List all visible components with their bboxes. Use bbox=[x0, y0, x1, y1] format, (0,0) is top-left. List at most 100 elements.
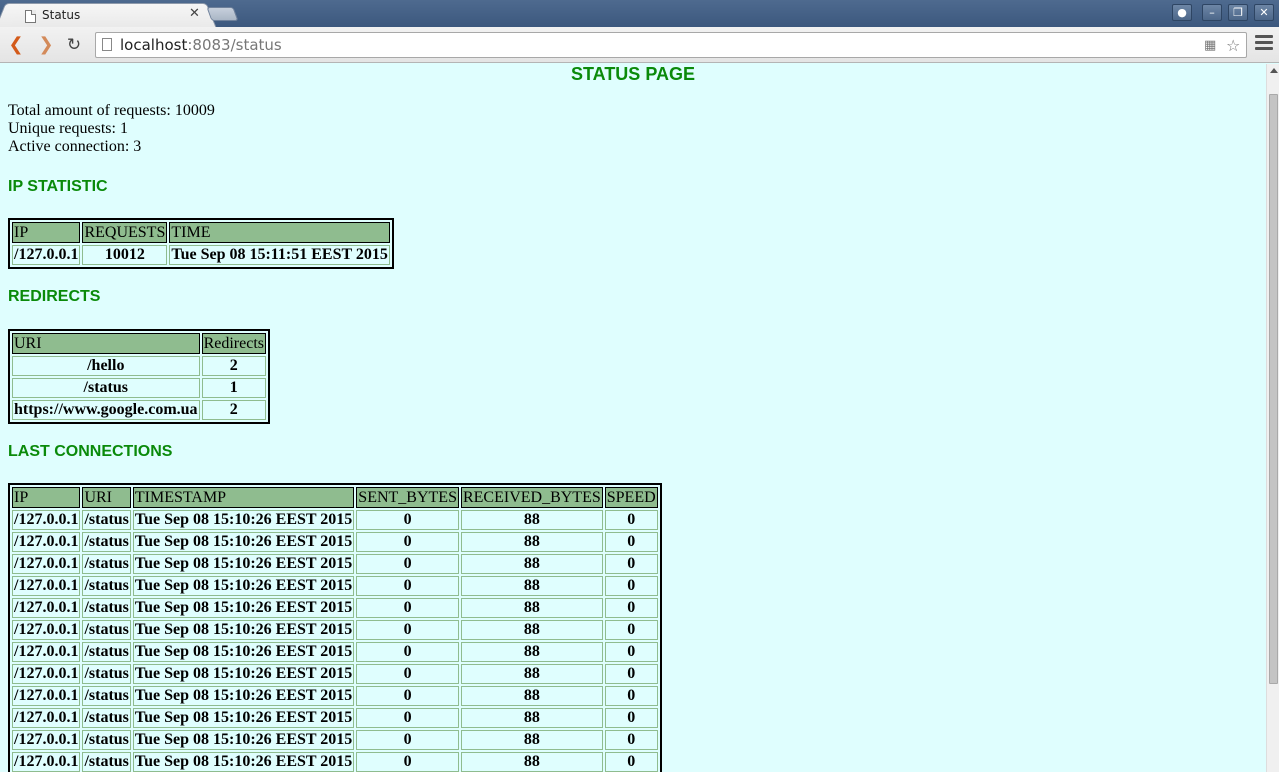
address-bar[interactable]: localhost:8083/status ▦ ☆ bbox=[95, 32, 1247, 58]
scroll-up-arrow-icon[interactable] bbox=[1270, 68, 1278, 73]
table-cell: /127.0.0.1 bbox=[12, 708, 81, 728]
table-cell: /127.0.0.1 bbox=[12, 510, 81, 530]
table-cell: /status bbox=[82, 576, 131, 596]
table-cell: /hello bbox=[12, 356, 200, 376]
table-row: /127.0.0.1/status Tue Sep 08 15:10:26 EES… bbox=[12, 686, 658, 706]
table-cell: 0 bbox=[356, 642, 459, 662]
table-row: /127.0.0.1/status Tue Sep 08 15:10:26 EES… bbox=[12, 642, 658, 662]
table-cell: /127.0.0.1 bbox=[12, 245, 81, 265]
forward-button[interactable]: ❯ bbox=[34, 33, 58, 57]
table-cell: Tue Sep 08 15:10:26 EEST 2015 bbox=[132, 554, 355, 574]
table-row: /127.0.0.1 10012 Tue Sep 08 15:11:51 EEST … bbox=[12, 245, 390, 265]
browser-toolbar: ❮ ❯ ↻ localhost:8083/status ▦ ☆ bbox=[0, 27, 1279, 63]
column-header: SENT_BYTES bbox=[356, 487, 459, 508]
table-cell: 88 bbox=[460, 576, 603, 596]
table-cell: 88 bbox=[460, 532, 603, 552]
table-cell: /127.0.0.1 bbox=[12, 730, 81, 750]
restore-button[interactable]: ❐ bbox=[1228, 4, 1248, 21]
table-cell: /127.0.0.1 bbox=[12, 532, 81, 552]
minimize-button[interactable]: – bbox=[1202, 4, 1222, 21]
table-cell: https://www.google.com.ua bbox=[12, 400, 200, 420]
table-cell: Tue Sep 08 15:10:26 EEST 2015 bbox=[132, 642, 355, 662]
table-cell: 88 bbox=[460, 510, 603, 530]
last-connections-heading: LAST CONNECTIONS bbox=[8, 443, 173, 460]
table-header-row: IP URI TIMESTAMP SENT_BYTES RECEIVED_BYTES SP… bbox=[12, 487, 658, 508]
table-cell: 0 bbox=[604, 730, 658, 750]
table-cell: 88 bbox=[460, 664, 603, 684]
table-cell: Tue Sep 08 15:10:26 EEST 2015 bbox=[132, 576, 355, 596]
table-cell: 88 bbox=[460, 752, 603, 772]
last-connections-table: IP URI TIMESTAMP SENT_BYTES RECEIVED_BYTES SP… bbox=[8, 483, 662, 772]
table-row: /127.0.0.1/status Tue Sep 08 15:10:26 EES… bbox=[12, 708, 658, 728]
column-header: TIME bbox=[169, 222, 390, 243]
table-cell: 0 bbox=[356, 598, 459, 618]
table-cell: 0 bbox=[356, 554, 459, 574]
ip-statistic-heading: IP STATISTIC bbox=[8, 178, 108, 195]
table-row: /127.0.0.1/status Tue Sep 08 15:10:26 EES… bbox=[12, 598, 658, 618]
table-row: /127.0.0.1/status Tue Sep 08 15:10:26 EES… bbox=[12, 730, 658, 750]
table-cell: Tue Sep 08 15:10:26 EEST 2015 bbox=[132, 708, 355, 728]
table-cell: 88 bbox=[460, 730, 603, 750]
active-connections: Active connection: 3 bbox=[8, 138, 142, 155]
table-cell: 2 bbox=[201, 356, 266, 376]
table-cell: 0 bbox=[604, 532, 658, 552]
table-cell: 0 bbox=[604, 686, 658, 706]
table-cell: /127.0.0.1 bbox=[12, 752, 81, 772]
table-row: /127.0.0.1/status Tue Sep 08 15:10:26 EES… bbox=[12, 576, 658, 596]
table-cell: /status bbox=[82, 664, 131, 684]
new-tab-button[interactable] bbox=[206, 7, 239, 21]
table-header-row: URI Redirects bbox=[12, 333, 266, 354]
table-cell: /status bbox=[82, 708, 131, 728]
table-cell: Tue Sep 08 15:10:26 EEST 2015 bbox=[132, 686, 355, 706]
profile-icon[interactable]: ● bbox=[1172, 4, 1192, 21]
table-cell: 88 bbox=[460, 642, 603, 662]
table-cell: 0 bbox=[356, 532, 459, 552]
table-cell: /127.0.0.1 bbox=[12, 620, 81, 640]
column-header: Redirects bbox=[201, 333, 266, 354]
column-header: URI bbox=[12, 333, 200, 354]
column-header: IP bbox=[12, 487, 81, 508]
table-cell: 2 bbox=[201, 400, 266, 420]
reload-button[interactable]: ↻ bbox=[62, 33, 86, 57]
column-header: TIMESTAMP bbox=[132, 487, 355, 508]
table-cell: 0 bbox=[356, 510, 459, 530]
table-cell: 0 bbox=[604, 576, 658, 596]
translate-icon[interactable]: ▦ bbox=[1204, 38, 1216, 53]
column-header: REQUESTS bbox=[82, 222, 168, 243]
browser-tab[interactable]: Status ✕ bbox=[8, 3, 204, 28]
table-cell: /status bbox=[82, 532, 131, 552]
bookmark-star-icon[interactable]: ☆ bbox=[1226, 36, 1240, 55]
table-cell: 0 bbox=[356, 664, 459, 684]
page-title: STATUS PAGE bbox=[570, 64, 695, 84]
table-row: https://www.google.com.ua 2 bbox=[12, 400, 266, 420]
ip-statistic-table: IP REQUESTS TIME /127.0.0.1 10012 Tue Sep 08… bbox=[8, 218, 394, 269]
menu-icon[interactable] bbox=[1255, 35, 1273, 53]
table-cell: 88 bbox=[460, 708, 603, 728]
table-cell: /status bbox=[82, 752, 131, 772]
table-cell: 0 bbox=[604, 708, 658, 728]
table-header-row: IP REQUESTS TIME bbox=[12, 222, 390, 243]
table-cell: /127.0.0.1 bbox=[12, 576, 81, 596]
table-cell: /status bbox=[82, 510, 131, 530]
page-viewport: STATUS PAGE Total amount of requests: 10… bbox=[0, 64, 1266, 772]
unique-requests: Unique requests: 1 bbox=[8, 120, 128, 137]
table-cell: Tue Sep 08 15:10:26 EEST 2015 bbox=[132, 532, 355, 552]
table-cell: /status bbox=[82, 686, 131, 706]
table-cell: 0 bbox=[356, 620, 459, 640]
close-window-button[interactable]: ✕ bbox=[1254, 4, 1274, 21]
table-cell: 88 bbox=[460, 620, 603, 640]
table-cell: Tue Sep 08 15:10:26 EEST 2015 bbox=[132, 730, 355, 750]
tab-title: Status bbox=[42, 8, 81, 22]
table-cell: 0 bbox=[356, 708, 459, 728]
back-button[interactable]: ❮ bbox=[4, 33, 28, 57]
table-cell: 88 bbox=[460, 554, 603, 574]
table-row: /status 1 bbox=[12, 378, 266, 398]
table-cell: Tue Sep 08 15:10:26 EEST 2015 bbox=[132, 510, 355, 530]
vertical-scrollbar[interactable] bbox=[1266, 64, 1279, 772]
table-cell: Tue Sep 08 15:10:26 EEST 2015 bbox=[132, 664, 355, 684]
table-cell: Tue Sep 08 15:10:26 EEST 2015 bbox=[132, 752, 355, 772]
close-tab-icon[interactable]: ✕ bbox=[189, 6, 200, 21]
table-cell: 0 bbox=[356, 686, 459, 706]
scrollbar-thumb[interactable] bbox=[1269, 94, 1278, 684]
table-cell: 1 bbox=[201, 378, 266, 398]
